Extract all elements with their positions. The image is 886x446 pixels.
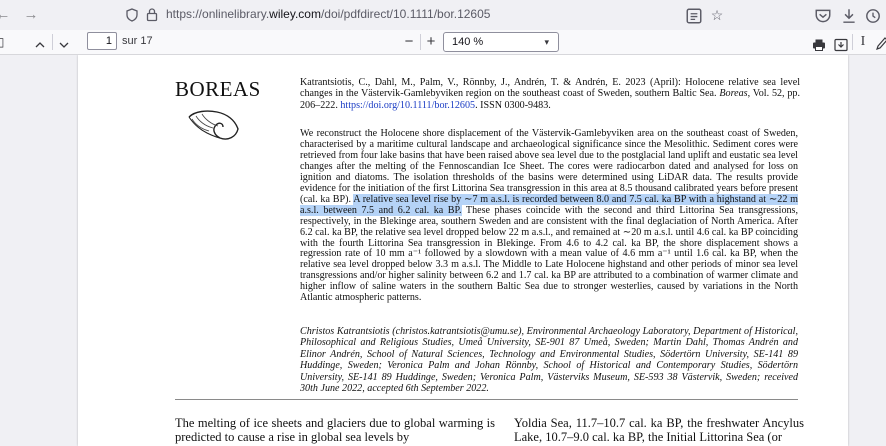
bookmark-star-icon[interactable]: ☆ <box>708 6 726 24</box>
abstract: We reconstruct the Holocene shore displa… <box>300 128 799 304</box>
lock-icon <box>146 8 158 22</box>
sidebar-toggle-icon[interactable]: ▯ <box>0 33 6 51</box>
page-number-input[interactable]: 1 <box>87 32 117 50</box>
page-total: sur 17 <box>122 35 153 47</box>
text-tool-icon[interactable]: I <box>858 33 868 51</box>
forward-arrow-icon[interactable]: → <box>22 6 40 24</box>
pocket-icon[interactable] <box>814 7 832 25</box>
zoom-in-icon[interactable]: + <box>424 33 438 51</box>
divider <box>175 399 798 400</box>
print-icon[interactable] <box>812 36 826 54</box>
author-affiliations: Christos Katrantsiotis (christos.katrant… <box>300 326 798 395</box>
journal-logo-icon <box>188 110 239 140</box>
extensions-icon[interactable] <box>864 7 882 25</box>
save-icon[interactable] <box>834 36 848 54</box>
pdf-viewer[interactable]: BOREAS Katrantsiotis, C., Dahl, M., Palm… <box>0 55 886 446</box>
doi-link[interactable]: https://doi.org/10.1111/bor.12605 <box>340 100 475 111</box>
zoom-select[interactable]: 140 % ▾ <box>443 32 559 52</box>
pdf-toolbar: ▯ 1 sur 17 − + 140 % ▾ I <box>0 30 886 55</box>
toolbar-separator <box>852 34 853 50</box>
url-text: https://onlinelibrary.wiley.com/doi/pdfd… <box>166 7 491 21</box>
chevron-down-icon: ▾ <box>544 37 549 47</box>
body-column-right: Yoldia Sea, 11.7–10.7 cal. ka BP, the fr… <box>514 416 804 444</box>
toolbar-separator <box>52 34 53 50</box>
previous-page-icon[interactable] <box>34 36 46 54</box>
browser-url-bar: ← → https://onlinelibrary.wiley.com/doi/… <box>0 0 886 30</box>
shield-icon <box>126 8 138 22</box>
citation: Katrantsiotis, C., Dahl, M., Palm, V., R… <box>300 77 801 111</box>
next-page-icon[interactable] <box>58 36 70 54</box>
back-arrow-icon[interactable]: ← <box>0 6 12 24</box>
journal-name: BOREAS <box>175 77 261 101</box>
zoom-out-icon[interactable]: − <box>402 33 416 51</box>
zoom-value: 140 % <box>452 36 484 48</box>
body-column-left: The melting of ice sheets and glaciers d… <box>175 416 495 444</box>
url-field[interactable]: https://onlinelibrary.wiley.com/doi/pdfd… <box>118 3 736 27</box>
pdf-page: BOREAS Katrantsiotis, C., Dahl, M., Palm… <box>78 55 848 446</box>
download-icon[interactable] <box>840 7 858 25</box>
toolbar-separator <box>420 34 421 50</box>
draw-tool-icon[interactable] <box>876 35 886 53</box>
reader-view-icon[interactable] <box>685 7 703 25</box>
